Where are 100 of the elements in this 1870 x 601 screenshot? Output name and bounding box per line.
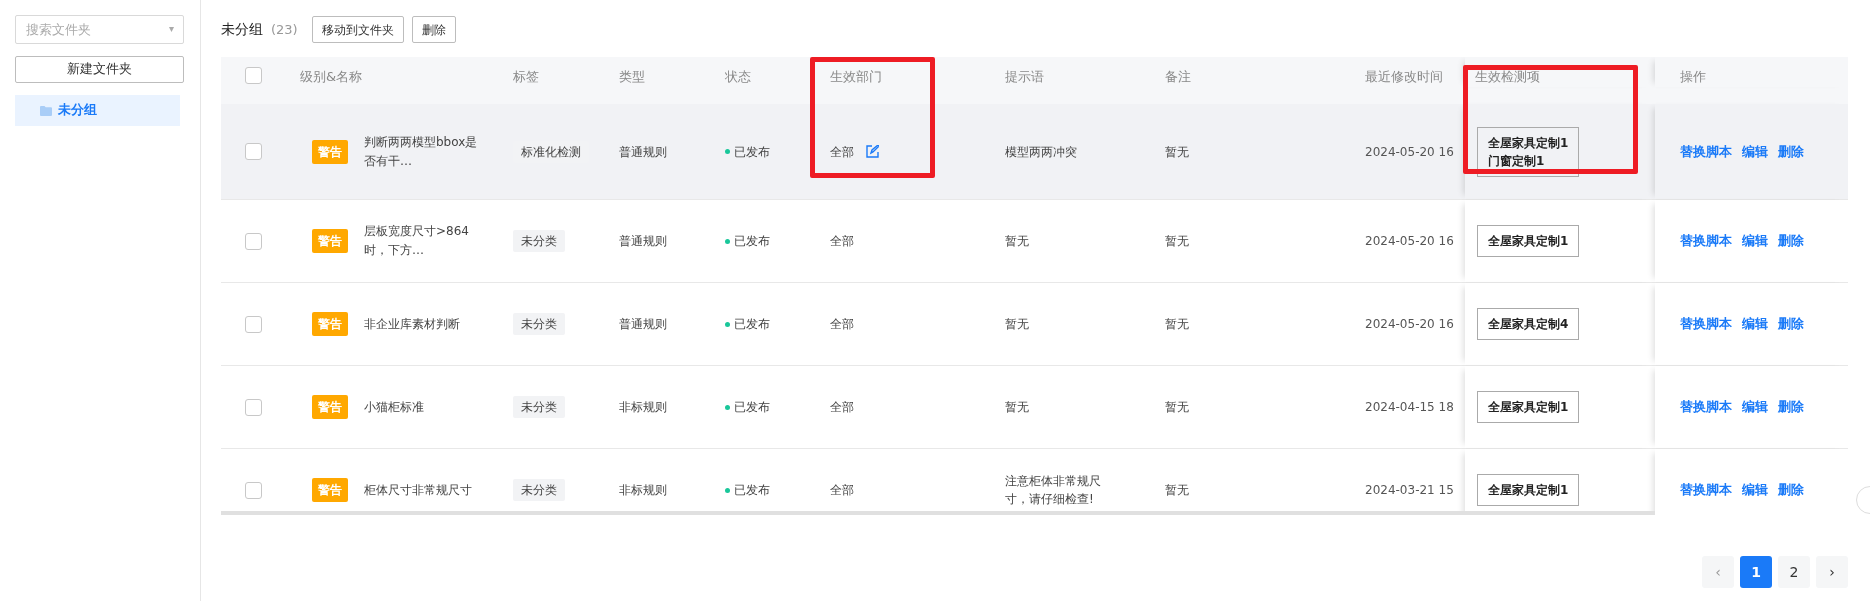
table-row[interactable]: 警告 层板宽度尺寸>864时，下方… 未分类 普通规则 已发布 全部 暂无 暂无 2024-05-20 16 全屋家具定制1 替换脚本 编辑 删除 <box>221 200 1848 283</box>
action-link[interactable]: 编辑 <box>1742 480 1768 500</box>
table-cell: 暂无 <box>1165 400 1189 414</box>
table-cell: 普通规则 <box>619 234 667 248</box>
action-link[interactable]: 删除 <box>1778 397 1804 417</box>
table-cell: 普通规则 <box>619 317 667 331</box>
table-cell-text: 注意柜体非常规尺寸，请仔细检查! <box>1005 473 1101 508</box>
column-header: 备注 <box>1165 69 1191 84</box>
status-dot <box>725 238 730 244</box>
table-cell: 非标规则 <box>619 483 667 497</box>
table-cell: 2024-05-20 16 <box>1365 234 1454 248</box>
column-header: 级别&名称 <box>300 69 363 84</box>
table-cell: 暂无 <box>1165 483 1189 497</box>
action-link[interactable]: 删除 <box>1778 480 1804 500</box>
action-link[interactable]: 删除 <box>1778 141 1804 162</box>
status-text: 已发布 <box>734 482 770 499</box>
detection-items-box: 全屋家具定制4 <box>1477 308 1580 340</box>
page-button[interactable]: 2 <box>1778 556 1810 588</box>
row-checkbox[interactable] <box>245 315 262 333</box>
detection-items-box: 全屋家具定制1 <box>1477 474 1580 506</box>
page-button[interactable]: 1 <box>1740 556 1772 588</box>
status-text: 已发布 <box>734 316 770 333</box>
column-header: 提示语 <box>1005 69 1044 84</box>
status-dot <box>725 149 730 154</box>
table-cell: 暂无 <box>1165 317 1189 331</box>
category-tag: 未分类 <box>513 313 565 335</box>
table-row[interactable]: 警告 非企业库素材判断 未分类 普通规则 已发布 全部 暂无 暂无 2024-05-20 16 全屋家具定制4 替换脚本 编辑 删除 <box>221 283 1848 366</box>
column-header: 类型 <box>619 69 645 84</box>
table-cell-text: 全部 <box>830 316 854 333</box>
table-cell-text: 暂无 <box>1005 316 1030 333</box>
action-link[interactable]: 编辑 <box>1742 231 1768 251</box>
level-tag: 警告 <box>312 312 348 336</box>
toolbar-button[interactable]: 移动到文件夹 <box>311 16 404 43</box>
table-cell: 2024-05-20 16 <box>1365 317 1454 331</box>
table-cell-text: 全部 <box>830 482 854 499</box>
level-tag: 警告 <box>312 139 348 164</box>
folder-icon <box>40 105 52 116</box>
group-title: 未分组 <box>221 20 263 39</box>
rule-name: 柜体尺寸非常规尺寸 <box>364 481 473 499</box>
row-checkbox[interactable] <box>245 398 262 416</box>
select-all-checkbox[interactable] <box>245 67 262 84</box>
rule-name: 小猫柜标准 <box>364 398 425 416</box>
table-cell: 2024-05-20 16 <box>1365 144 1454 159</box>
row-checkbox[interactable] <box>245 143 262 160</box>
level-tag: 警告 <box>312 229 348 253</box>
status-text: 已发布 <box>734 233 770 250</box>
column-header: 生效检测项 <box>1475 69 1540 84</box>
table-cell: 2024-04-15 18 <box>1365 400 1454 414</box>
rule-name: 判断两两模型bbox是否有干… <box>364 133 479 170</box>
row-checkbox[interactable] <box>245 481 262 499</box>
table-cell: 2024-03-21 15 <box>1365 483 1454 497</box>
table-cell: 普通规则 <box>619 144 667 159</box>
column-header: 标签 <box>513 69 539 84</box>
action-link[interactable]: 编辑 <box>1742 397 1768 417</box>
table-cell-text: 模型两两冲突 <box>1005 143 1078 161</box>
action-link[interactable]: 替换脚本 <box>1680 231 1732 251</box>
item-count: (23) <box>271 20 298 39</box>
table-row[interactable]: 警告 小猫柜标准 未分类 非标规则 已发布 全部 暂无 暂无 2024-04-15 18 全屋家具定制1 替换脚本 编辑 删除 <box>221 366 1848 449</box>
rule-name: 非企业库素材判断 <box>364 315 461 333</box>
rule-name: 层板宽度尺寸>864时，下方… <box>364 223 470 259</box>
action-link[interactable]: 编辑 <box>1742 141 1768 162</box>
next-page-button[interactable]: › <box>1816 556 1848 588</box>
action-link[interactable]: 替换脚本 <box>1680 141 1732 162</box>
table-cell: 非标规则 <box>619 400 667 414</box>
table-cell: 暂无 <box>1165 144 1189 159</box>
category-tag: 未分类 <box>513 230 565 252</box>
table-cell: 暂无 <box>1165 234 1189 248</box>
table-cell-text: 全部 <box>830 143 854 161</box>
column-header: 状态 <box>725 69 751 84</box>
caret-icon[interactable]: ▾ <box>168 21 174 36</box>
detection-items-box: 全屋家具定制1 门窗定制1 <box>1477 126 1580 177</box>
category-tag: 未分类 <box>513 396 565 418</box>
action-link[interactable]: 替换脚本 <box>1680 480 1732 500</box>
detection-items-box: 全屋家具定制1 <box>1477 225 1580 257</box>
column-header: 最近修改时间 <box>1365 69 1443 84</box>
action-link[interactable]: 删除 <box>1778 231 1804 251</box>
table-cell-text: 全部 <box>830 233 854 250</box>
folder-item[interactable]: 未分组 <box>15 95 180 126</box>
status-text: 已发布 <box>734 399 770 416</box>
status-dot <box>725 487 730 493</box>
column-header: 操作 <box>1680 69 1706 84</box>
action-link[interactable]: 编辑 <box>1742 314 1768 334</box>
edit-icon[interactable] <box>866 145 879 158</box>
detection-items-box: 全屋家具定制1 <box>1477 391 1580 423</box>
action-link[interactable]: 替换脚本 <box>1680 397 1732 417</box>
row-checkbox[interactable] <box>245 232 262 250</box>
column-header: 生效部门 <box>830 69 882 84</box>
new-folder-button[interactable]: 新建文件夹 <box>15 56 184 83</box>
action-link[interactable]: 替换脚本 <box>1680 314 1732 334</box>
toolbar-button[interactable]: 删除 <box>411 16 456 43</box>
level-tag: 警告 <box>312 395 348 419</box>
table-cell-text: 暂无 <box>1005 233 1030 250</box>
action-link[interactable]: 删除 <box>1778 314 1804 334</box>
status-dot <box>725 404 730 410</box>
status-dot <box>725 321 730 327</box>
table-row[interactable]: 警告 判断两两模型bbox是否有干… 标准化检测 普通规则 已发布 全部 模型两两冲突 暂无 2024-05-20 16 全屋家具定制1 门窗定制1 替换脚本 编辑 删除 <box>221 104 1848 200</box>
status-text: 已发布 <box>734 143 770 161</box>
table-cell-text: 全部 <box>830 399 854 416</box>
level-tag: 警告 <box>312 478 348 502</box>
category-tag: 未分类 <box>513 479 565 501</box>
